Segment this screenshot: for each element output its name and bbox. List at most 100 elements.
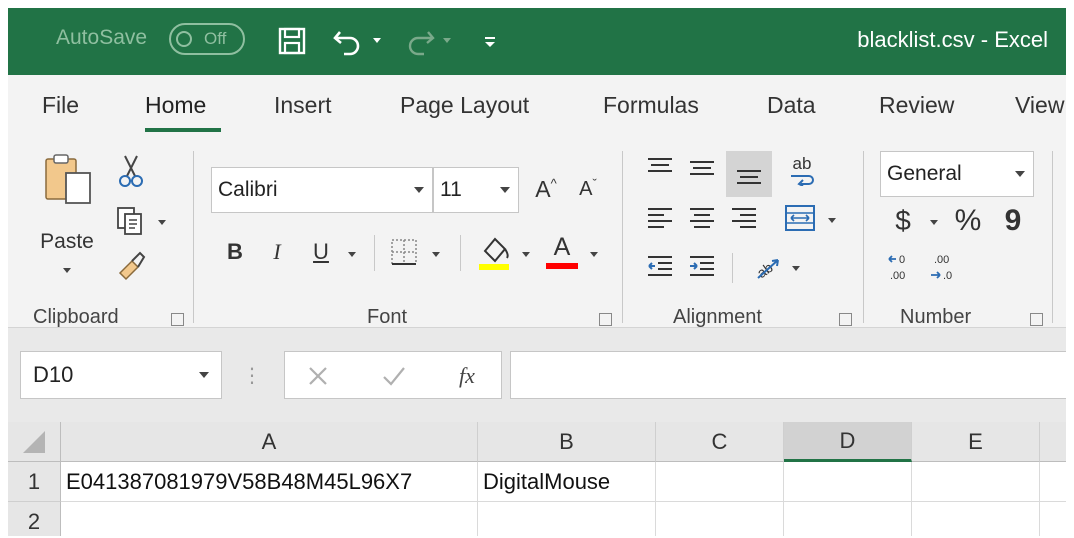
number-launcher-icon[interactable] bbox=[1030, 313, 1043, 326]
decrease-decimal-icon[interactable]: .00.0 bbox=[926, 249, 962, 287]
cell-b1[interactable]: DigitalMouse bbox=[478, 462, 656, 502]
tab-home[interactable]: Home bbox=[145, 92, 206, 119]
cell-b2[interactable] bbox=[478, 502, 656, 536]
tab-formulas[interactable]: Formulas bbox=[603, 92, 699, 119]
font-color-icon[interactable]: A bbox=[542, 229, 582, 273]
tab-insert[interactable]: Insert bbox=[274, 92, 332, 119]
cell-f2[interactable] bbox=[1040, 502, 1066, 536]
increase-decimal-icon[interactable]: 0.00 bbox=[884, 249, 920, 287]
cell-a2[interactable] bbox=[61, 502, 478, 536]
number-format-box[interactable]: General bbox=[880, 151, 1034, 197]
alignment-launcher-icon[interactable] bbox=[839, 313, 852, 326]
orientation-icon[interactable]: ab bbox=[748, 249, 788, 285]
percent-button[interactable]: % bbox=[948, 201, 988, 241]
align-middle-icon[interactable] bbox=[684, 151, 720, 185]
select-all-button[interactable] bbox=[8, 422, 61, 462]
redo-dropdown-icon[interactable] bbox=[440, 21, 454, 61]
shrink-font-icon[interactable]: Aˇ bbox=[570, 171, 606, 207]
paste-icon[interactable] bbox=[38, 151, 100, 209]
name-box[interactable]: D10 bbox=[20, 351, 222, 399]
row-header-1[interactable]: 1 bbox=[8, 462, 61, 502]
font-name-dropdown-icon[interactable] bbox=[414, 187, 424, 193]
italic-button[interactable]: I bbox=[260, 231, 294, 273]
group-separator bbox=[863, 151, 864, 323]
font-size-dropdown-icon[interactable] bbox=[500, 187, 510, 193]
font-name-box[interactable]: Calibri bbox=[211, 167, 433, 213]
cell-e1[interactable] bbox=[912, 462, 1040, 502]
tab-review[interactable]: Review bbox=[879, 92, 954, 119]
merge-dropdown-icon[interactable] bbox=[824, 213, 840, 227]
cut-icon[interactable] bbox=[116, 153, 146, 189]
column-header-e[interactable]: E bbox=[912, 422, 1040, 462]
column-header-d[interactable]: D bbox=[784, 422, 912, 462]
paste-dropdown-icon[interactable] bbox=[58, 263, 76, 277]
column-header-c[interactable]: C bbox=[656, 422, 784, 462]
copy-icon[interactable] bbox=[112, 203, 148, 239]
svg-text:.0: .0 bbox=[943, 270, 952, 282]
cell-d1[interactable] bbox=[784, 462, 912, 502]
fill-color-icon[interactable] bbox=[474, 229, 514, 273]
cell-f1[interactable] bbox=[1040, 462, 1066, 502]
orientation-dropdown-icon[interactable] bbox=[788, 261, 804, 275]
font-separator bbox=[374, 235, 375, 271]
cell-a1[interactable]: E041387081979V58B48M45L96X7 bbox=[61, 462, 478, 502]
undo-icon[interactable] bbox=[330, 21, 366, 61]
merge-center-icon[interactable] bbox=[780, 201, 820, 235]
underline-button[interactable]: U bbox=[304, 231, 338, 273]
svg-text:0: 0 bbox=[899, 254, 905, 266]
font-launcher-icon[interactable] bbox=[599, 313, 612, 326]
column-header-b[interactable]: B bbox=[478, 422, 656, 462]
autosave-toggle[interactable]: Off bbox=[169, 23, 245, 55]
clipboard-launcher-icon[interactable] bbox=[171, 313, 184, 326]
font-color-dropdown-icon[interactable] bbox=[586, 247, 602, 261]
customize-qat-icon[interactable] bbox=[480, 21, 500, 61]
grow-font-glyph: A bbox=[535, 175, 551, 202]
format-painter-icon[interactable] bbox=[112, 247, 148, 283]
comma-style-button[interactable]: 9 bbox=[998, 201, 1028, 241]
undo-dropdown-icon[interactable] bbox=[370, 21, 384, 61]
cell-c1[interactable] bbox=[656, 462, 784, 502]
insert-function-icon[interactable]: fx bbox=[447, 359, 487, 393]
tab-data[interactable]: Data bbox=[767, 92, 816, 119]
column-header-f[interactable] bbox=[1040, 422, 1066, 462]
paste-label[interactable]: Paste bbox=[32, 229, 102, 255]
tab-file[interactable]: File bbox=[42, 92, 79, 119]
cell-c2[interactable] bbox=[656, 502, 784, 536]
number-format-value: General bbox=[887, 162, 962, 185]
column-header-a[interactable]: A bbox=[61, 422, 478, 462]
save-icon[interactable] bbox=[274, 21, 310, 61]
wrap-text-icon[interactable]: ab bbox=[782, 151, 822, 191]
underline-dropdown-icon[interactable] bbox=[344, 247, 360, 261]
name-box-dropdown-icon[interactable] bbox=[199, 372, 209, 378]
currency-dropdown-icon[interactable] bbox=[926, 215, 942, 229]
font-separator bbox=[460, 235, 461, 271]
increase-indent-icon[interactable] bbox=[684, 249, 720, 283]
formula-buttons: fx bbox=[284, 351, 502, 399]
font-size-box[interactable]: 11 bbox=[433, 167, 519, 213]
bold-button[interactable]: B bbox=[218, 231, 252, 273]
svg-text:ab: ab bbox=[754, 259, 776, 281]
fill-color-dropdown-icon[interactable] bbox=[518, 247, 534, 261]
align-right-icon[interactable] bbox=[726, 201, 762, 235]
borders-icon[interactable] bbox=[384, 231, 424, 273]
borders-dropdown-icon[interactable] bbox=[428, 247, 444, 261]
enter-icon[interactable] bbox=[377, 359, 411, 393]
align-left-icon[interactable] bbox=[642, 201, 678, 235]
row-header-2[interactable]: 2 bbox=[8, 502, 61, 536]
number-format-dropdown-icon[interactable] bbox=[1015, 171, 1025, 177]
copy-dropdown-icon[interactable] bbox=[154, 215, 170, 229]
formula-input[interactable] bbox=[510, 351, 1066, 399]
cell-e2[interactable] bbox=[912, 502, 1040, 536]
tab-view[interactable]: View bbox=[1015, 92, 1064, 119]
cell-d2[interactable] bbox=[784, 502, 912, 536]
cancel-icon[interactable] bbox=[301, 359, 335, 393]
decrease-indent-icon[interactable] bbox=[642, 249, 678, 283]
formula-bar-grip-icon[interactable]: ⋮ bbox=[242, 360, 262, 390]
redo-icon[interactable] bbox=[402, 21, 438, 61]
align-bottom-icon[interactable] bbox=[726, 151, 772, 197]
currency-button[interactable]: $ bbox=[886, 201, 920, 241]
align-center-icon[interactable] bbox=[684, 201, 720, 235]
grow-font-icon[interactable]: A ^ bbox=[528, 171, 564, 207]
tab-page-layout[interactable]: Page Layout bbox=[400, 92, 529, 119]
align-top-icon[interactable] bbox=[642, 151, 678, 185]
